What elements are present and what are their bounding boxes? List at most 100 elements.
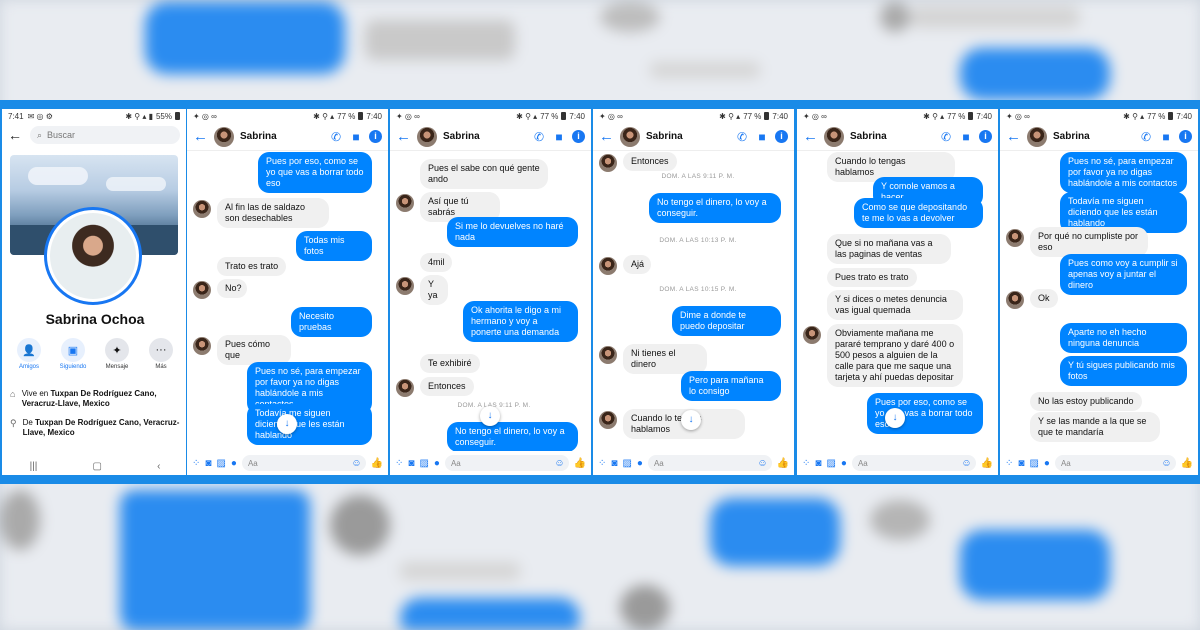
sender-avatar[interactable] (599, 346, 617, 364)
gallery-icon[interactable]: ▨ (1029, 458, 1038, 469)
received-message-bubble[interactable]: No? (217, 279, 247, 298)
sent-message-bubble[interactable]: Si me lo devuelves no haré nada (447, 217, 578, 247)
sender-avatar[interactable] (396, 379, 414, 397)
contact-name[interactable]: Sabrina (240, 131, 323, 142)
received-message-bubble[interactable]: Entonces (623, 152, 677, 171)
scroll-down-icon[interactable]: ↓ (885, 408, 905, 428)
gallery-icon[interactable]: ▨ (826, 458, 835, 469)
apps-grid-icon[interactable]: ⁘ (802, 458, 810, 469)
back-arrow-icon[interactable]: ← (396, 128, 411, 145)
video-call-icon[interactable]: ■ (552, 130, 566, 144)
received-message-bubble[interactable]: Y se las mande a la que se que te mandar… (1030, 412, 1160, 442)
sender-avatar[interactable] (1006, 291, 1024, 309)
sender-avatar[interactable] (1006, 229, 1024, 247)
sent-message-bubble[interactable]: Y tú sigues publicando mis fotos (1060, 356, 1187, 386)
sender-avatar[interactable] (396, 277, 414, 295)
sent-message-bubble[interactable]: Pues no sé, para empezar por favor ya no… (1060, 152, 1187, 193)
received-message-bubble[interactable]: Pues el sabe con qué gente ando (420, 159, 548, 189)
like-icon[interactable]: 👍 (777, 458, 789, 469)
camera-icon[interactable]: ◙ (1018, 458, 1024, 469)
phone-icon[interactable]: ✆ (735, 130, 749, 144)
info-icon[interactable]: i (775, 130, 788, 143)
like-icon[interactable]: 👍 (574, 458, 586, 469)
info-icon[interactable]: i (369, 130, 382, 143)
contact-avatar[interactable] (1027, 126, 1047, 147)
contact-name[interactable]: Sabrina (1053, 131, 1133, 142)
sent-message-bubble[interactable]: Ok ahorita le digo a mi hermano y voy a … (463, 301, 578, 342)
apps-grid-icon[interactable]: ⁘ (192, 458, 200, 469)
received-message-bubble[interactable]: Trato es trato (217, 257, 287, 276)
gallery-icon[interactable]: ▨ (419, 458, 428, 469)
contact-name[interactable]: Sabrina (646, 131, 729, 142)
received-message-bubble[interactable]: 4mil (420, 253, 452, 272)
phone-icon[interactable]: ✆ (1139, 130, 1153, 144)
back-arrow-icon[interactable]: ← (803, 128, 818, 145)
sent-message-bubble[interactable]: Pues como voy a cumplir si apenas voy a … (1060, 254, 1187, 295)
gallery-icon[interactable]: ▨ (216, 458, 225, 469)
back-nav-icon[interactable]: ‹ (157, 461, 160, 472)
received-message-bubble[interactable]: Pues trato es trato (827, 268, 917, 287)
back-arrow-icon[interactable]: ← (1006, 128, 1021, 145)
received-message-bubble[interactable]: Te exhibiré (420, 354, 480, 373)
sent-message-bubble[interactable]: Pues por eso, como se yo que vas a borra… (867, 393, 983, 434)
back-arrow-icon[interactable]: ← (8, 127, 22, 143)
apps-grid-icon[interactable]: ⁘ (1005, 458, 1013, 469)
video-call-icon[interactable]: ■ (959, 130, 973, 144)
message-input[interactable]: Aa ☺ (851, 455, 976, 471)
message-list[interactable]: Pues el sabe con qué gente ando Así que t… (390, 151, 591, 451)
microphone-icon[interactable]: ● (1044, 458, 1050, 469)
received-message-bubble[interactable]: Ajá (623, 255, 651, 274)
emoji-icon[interactable]: ☺ (1161, 458, 1171, 469)
profile-avatar[interactable] (44, 207, 142, 305)
emoji-icon[interactable]: ☺ (961, 458, 971, 469)
sent-message-bubble[interactable]: Como se que depositando te me lo vas a d… (854, 198, 983, 228)
back-arrow-icon[interactable]: ← (193, 128, 208, 145)
message-list[interactable]: Pues no sé, para empezar por favor ya no… (1000, 151, 1198, 451)
sent-message-bubble[interactable]: Pero para mañana lo consigo (681, 371, 781, 401)
received-message-bubble[interactable]: Y si dices o metes denuncia vas igual qu… (827, 290, 963, 320)
info-icon[interactable]: i (979, 130, 992, 143)
received-message-bubble[interactable]: Al fin las de saldazo son desechables (217, 198, 329, 228)
sender-avatar[interactable] (193, 281, 211, 299)
message-list[interactable]: Cuando lo tengas hablamos Y comole vamos … (797, 151, 998, 451)
sent-message-bubble[interactable]: No tengo el dinero, lo voy a conseguir. (447, 422, 578, 451)
sender-avatar[interactable] (396, 194, 414, 212)
video-call-icon[interactable]: ■ (755, 130, 769, 144)
message-input[interactable]: Aa ☺ (444, 455, 569, 471)
microphone-icon[interactable]: ● (231, 458, 237, 469)
emoji-icon[interactable]: ☺ (554, 458, 564, 469)
like-icon[interactable]: 👍 (1181, 458, 1193, 469)
phone-icon[interactable]: ✆ (532, 130, 546, 144)
info-icon[interactable]: i (572, 130, 585, 143)
received-message-bubble[interactable]: Ok (1030, 289, 1058, 308)
apps-grid-icon[interactable]: ⁘ (598, 458, 606, 469)
received-message-bubble[interactable]: No las estoy publicando (1030, 392, 1142, 411)
camera-icon[interactable]: ◙ (611, 458, 617, 469)
received-message-bubble[interactable]: Obviamente mañana me pararé temprano y d… (827, 324, 963, 387)
sent-message-bubble[interactable]: Aparte no eh hecho ninguna denuncia (1060, 323, 1187, 353)
message-input[interactable]: Aa ☺ (241, 455, 366, 471)
microphone-icon[interactable]: ● (434, 458, 440, 469)
microphone-icon[interactable]: ● (637, 458, 643, 469)
profile-action-1[interactable]: ▣ Siguiendo (54, 338, 92, 370)
search-input[interactable]: ⌕ Buscar (30, 126, 180, 144)
like-icon[interactable]: 👍 (371, 458, 383, 469)
contact-avatar[interactable] (214, 126, 234, 147)
profile-action-0[interactable]: 👤 Amigos (10, 338, 48, 370)
contact-name[interactable]: Sabrina (850, 131, 933, 142)
apps-grid-icon[interactable]: ⁘ (395, 458, 403, 469)
info-icon[interactable]: i (1179, 130, 1192, 143)
contact-avatar[interactable] (417, 126, 437, 147)
sender-avatar[interactable] (599, 154, 617, 172)
sender-avatar[interactable] (599, 257, 617, 275)
sender-avatar[interactable] (803, 326, 821, 344)
sender-avatar[interactable] (599, 411, 617, 429)
received-message-bubble[interactable]: Que si no mañana vas a las paginas de ve… (827, 234, 951, 264)
emoji-icon[interactable]: ☺ (757, 458, 767, 469)
gallery-icon[interactable]: ▨ (622, 458, 631, 469)
message-input[interactable]: Aa ☺ (1054, 455, 1176, 471)
video-call-icon[interactable]: ■ (349, 130, 363, 144)
emoji-icon[interactable]: ☺ (351, 458, 361, 469)
home-icon[interactable]: ▢ (92, 461, 101, 472)
sent-message-bubble[interactable]: Pues por eso, como se yo que vas a borra… (258, 152, 372, 193)
